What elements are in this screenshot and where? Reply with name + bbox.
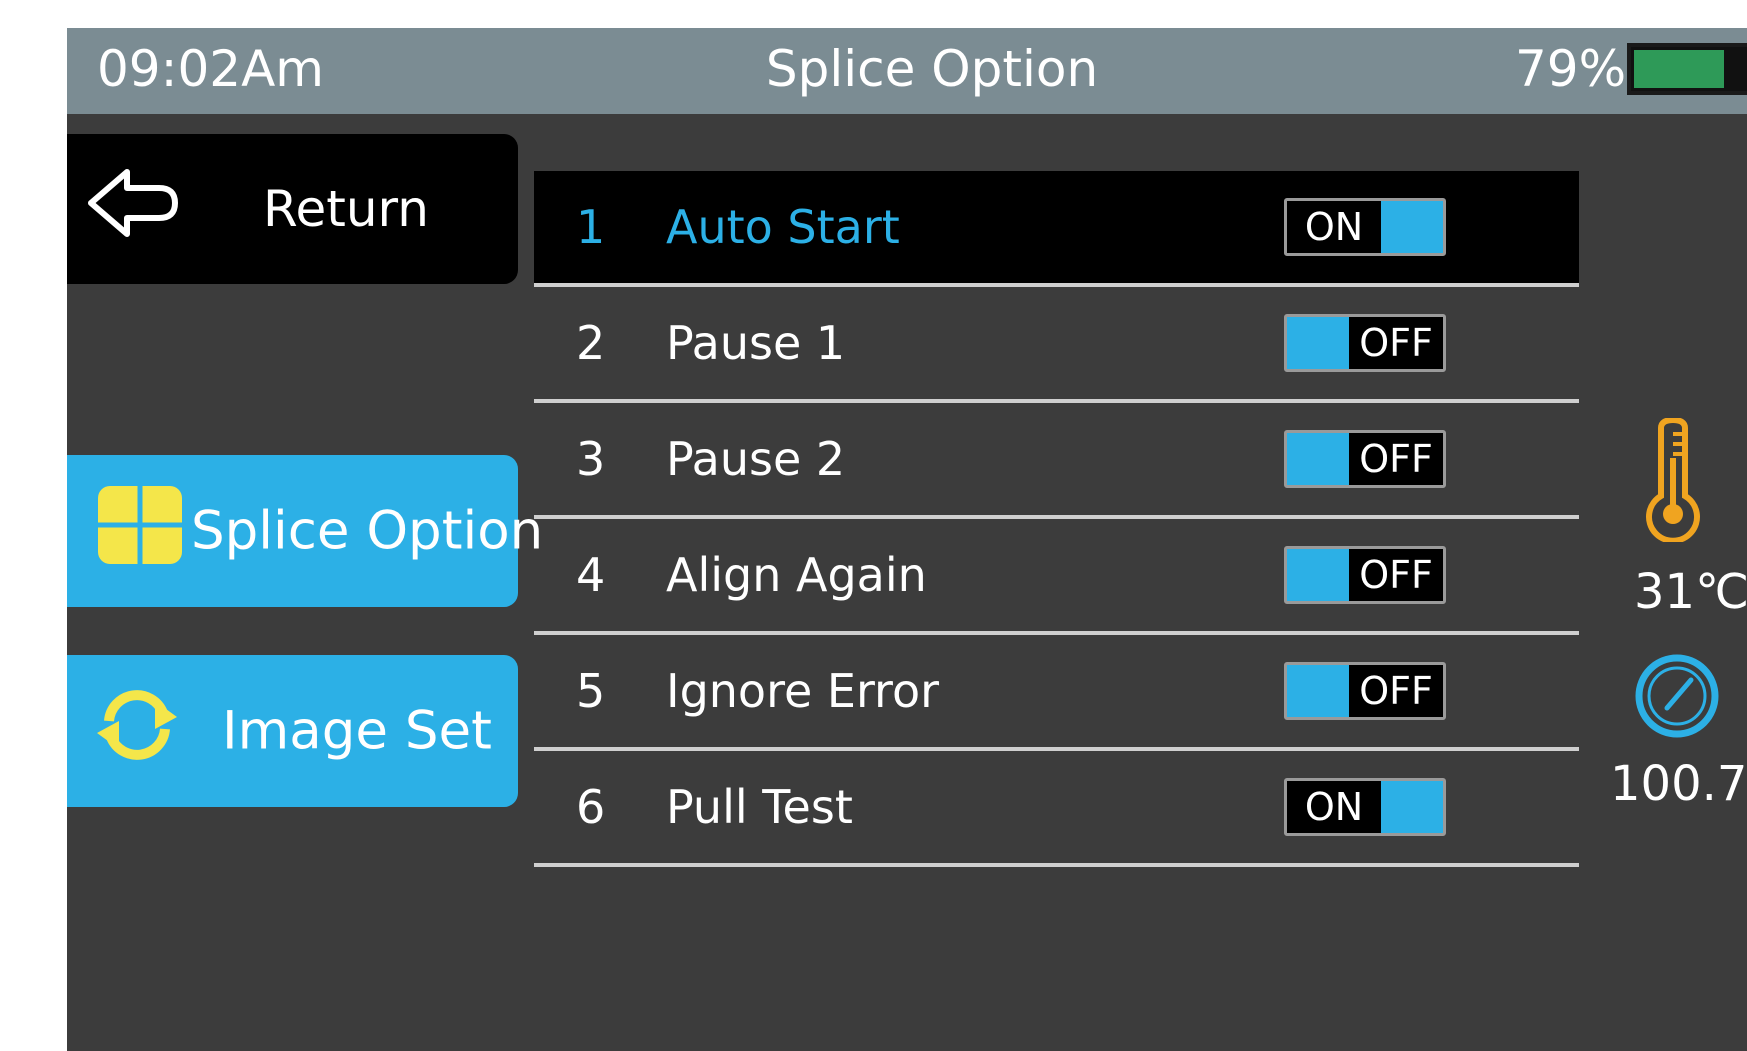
option-label: Ignore Error	[666, 664, 940, 718]
gauge-icon	[1633, 652, 1721, 744]
splice-option-button[interactable]: Splice Option	[67, 455, 543, 607]
option-label: Align Again	[666, 548, 927, 602]
back-arrow-icon	[87, 168, 179, 250]
toggle-state: OFF	[1349, 433, 1443, 485]
option-number: 6	[576, 780, 606, 834]
refresh-cycle-icon	[95, 687, 179, 775]
toggle-state: OFF	[1349, 549, 1443, 601]
splice-grid-icon	[98, 486, 182, 576]
toggle-state: ON	[1287, 201, 1381, 253]
option-number: 3	[576, 432, 606, 486]
image-set-button[interactable]: Image Set	[67, 655, 518, 807]
toggle-switch[interactable]: OFF	[1284, 430, 1446, 488]
toggle-switch[interactable]: ON	[1284, 198, 1446, 256]
battery-fill	[1634, 50, 1725, 88]
option-number: 1	[576, 200, 606, 254]
toggle-state: OFF	[1349, 665, 1443, 717]
temperature-value: 31℃	[1634, 564, 1747, 620]
image-set-label: Image Set	[222, 700, 492, 762]
option-row-pull-test[interactable]: 6 Pull Test ON	[534, 751, 1579, 867]
option-label: Auto Start	[666, 200, 900, 254]
toggle-switch[interactable]: OFF	[1284, 314, 1446, 372]
option-row-auto-start[interactable]: 1 Auto Start ON	[534, 171, 1579, 287]
toggle-switch[interactable]: OFF	[1284, 662, 1446, 720]
option-number: 5	[576, 664, 606, 718]
return-label: Return	[263, 180, 429, 238]
status-bar: 09:02Am Splice Option 79%	[67, 28, 1747, 114]
battery-icon	[1627, 43, 1747, 95]
thermometer-icon	[1643, 416, 1703, 546]
option-number: 2	[576, 316, 606, 370]
toggle-state: ON	[1287, 781, 1381, 833]
pressure-value: 100.7KPa	[1610, 756, 1747, 812]
option-label: Pull Test	[666, 780, 853, 834]
option-label: Pause 2	[666, 432, 846, 486]
toggle-switch[interactable]: ON	[1284, 778, 1446, 836]
battery-percent: 79%	[1515, 40, 1627, 98]
page-title: Splice Option	[765, 40, 1099, 98]
device-screen: 09:02Am Splice Option 79% Return Splice …	[67, 28, 1747, 1051]
option-row-pause-2[interactable]: 3 Pause 2 OFF	[534, 403, 1579, 519]
option-number: 4	[576, 548, 606, 602]
toggle-switch[interactable]: OFF	[1284, 546, 1446, 604]
option-row-pause-1[interactable]: 2 Pause 1 OFF	[534, 287, 1579, 403]
return-button[interactable]: Return	[67, 134, 518, 284]
option-row-align-again[interactable]: 4 Align Again OFF	[534, 519, 1579, 635]
splice-option-label: Splice Option	[191, 500, 544, 562]
option-list: 1 Auto Start ON 2 Pause 1 OFF 3 Pause 2 …	[534, 171, 1579, 867]
option-label: Pause 1	[666, 316, 846, 370]
toggle-state: OFF	[1349, 317, 1443, 369]
option-row-ignore-error[interactable]: 5 Ignore Error OFF	[534, 635, 1579, 751]
